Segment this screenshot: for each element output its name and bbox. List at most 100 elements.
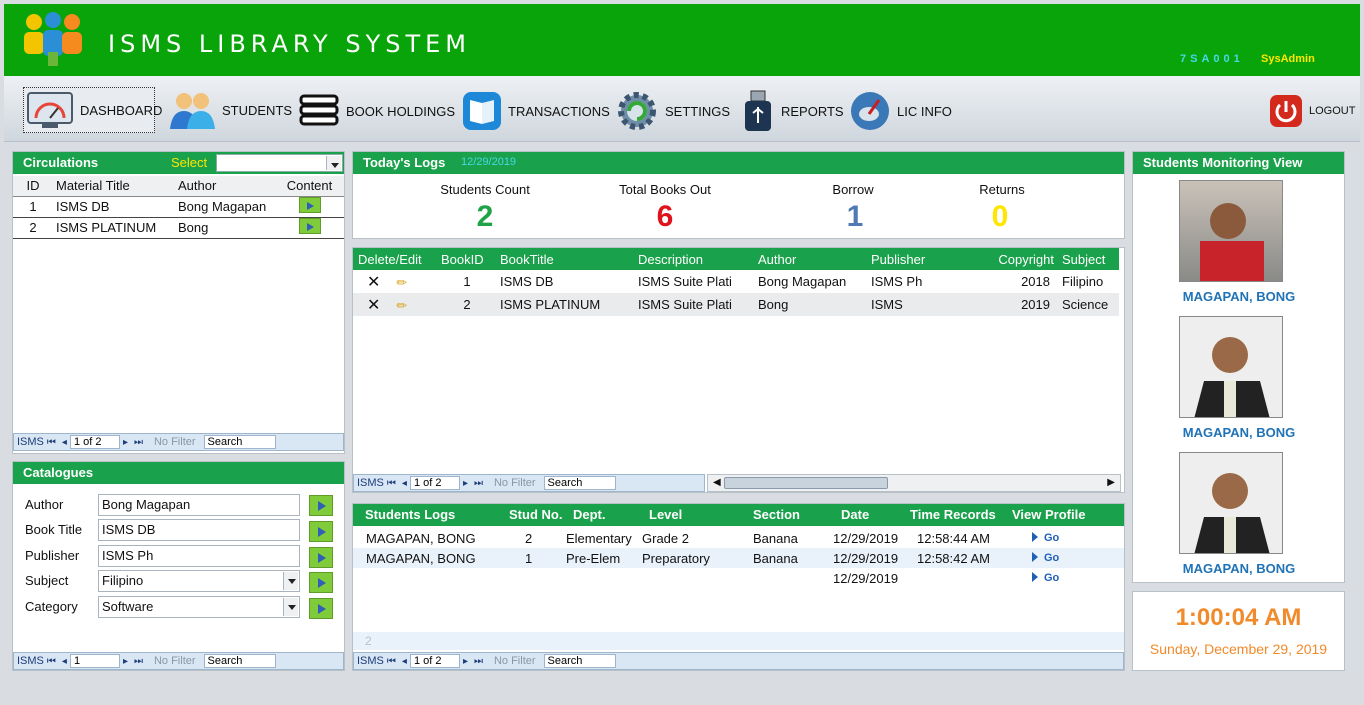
prev-record-icon[interactable]: ◂: [62, 437, 67, 448]
author-go-button[interactable]: [309, 495, 333, 516]
book-description: ISMS Suite Plati: [638, 274, 732, 289]
record-position[interactable]: 1 of 2: [409, 654, 460, 668]
filter-toggle[interactable]: No Filter: [154, 436, 196, 448]
circulations-select[interactable]: [216, 154, 343, 172]
horizontal-scrollbar[interactable]: ◀ ▶: [707, 474, 1121, 492]
prev-record-icon[interactable]: ◂: [62, 656, 67, 667]
book-title-go-button[interactable]: [309, 521, 333, 542]
prev-record-icon[interactable]: ◂: [402, 478, 407, 489]
satellite-icon: [851, 92, 889, 130]
category-go-button[interactable]: [309, 598, 333, 619]
books-out-label: Total Books Out: [619, 182, 711, 197]
next-record-icon[interactable]: ▸: [463, 478, 468, 489]
category-select[interactable]: Software: [98, 596, 300, 618]
log-time: 12:58:44 AM: [917, 531, 990, 546]
last-record-icon[interactable]: ⏭: [134, 656, 143, 667]
delete-icon[interactable]: ✕: [367, 297, 380, 314]
select-label: Select: [171, 155, 208, 170]
book-id: 1: [463, 274, 471, 289]
author-field[interactable]: Bong Magapan: [98, 494, 300, 516]
chevron-down-icon: [283, 598, 298, 616]
nav-reports-button[interactable]: REPORTS: [741, 88, 844, 134]
scroll-left-icon[interactable]: ◀: [713, 477, 721, 488]
last-record-icon[interactable]: ⏭: [474, 656, 483, 667]
filter-toggle[interactable]: No Filter: [154, 655, 196, 667]
nav-transactions-button[interactable]: TRANSACTIONS: [462, 88, 610, 134]
scroll-right-icon[interactable]: ▶: [1107, 477, 1115, 488]
delete-icon[interactable]: ✕: [367, 274, 380, 291]
search-input[interactable]: Search: [543, 476, 616, 490]
borrow-value: 1: [846, 200, 864, 233]
books-out-value: 6: [656, 200, 674, 233]
list-item[interactable]: MAGAPAN, BONG 1 Pre-Elem Preparatory Ban…: [353, 548, 1124, 568]
navigator-label: ISMS: [17, 655, 44, 667]
student-photo[interactable]: [1179, 316, 1283, 418]
books-table: Delete/Edit BookID BookTitle Description…: [353, 248, 1119, 316]
next-record-icon[interactable]: ▸: [123, 437, 128, 448]
student-name[interactable]: MAGAPAN, BONG: [1139, 289, 1339, 304]
clock-date: Sunday, December 29, 2019: [1149, 641, 1328, 657]
logout-button[interactable]: LOGOUT: [1269, 88, 1355, 134]
search-input[interactable]: Search: [543, 654, 616, 668]
gear-icon: [618, 92, 656, 130]
student-name[interactable]: MAGAPAN, BONG: [1139, 561, 1339, 576]
student-name[interactable]: MAGAPAN, BONG: [1139, 425, 1339, 440]
col-copyright: Copyright: [998, 251, 1054, 267]
table-row[interactable]: 1 ISMS DB Bong Magapan: [13, 196, 344, 217]
content-go-button[interactable]: [298, 218, 321, 234]
view-profile-go-link[interactable]: Go: [1032, 572, 1059, 584]
students-logs-footer: 2: [353, 632, 1124, 650]
table-row[interactable]: ✕ ✏ 1 ISMS DB ISMS Suite Plati Bong Magap…: [353, 270, 1119, 293]
filter-toggle[interactable]: No Filter: [494, 655, 536, 667]
view-profile-go-link[interactable]: Go: [1032, 532, 1059, 544]
book-subject: Science: [1062, 297, 1109, 312]
search-input[interactable]: Search: [203, 654, 276, 668]
content-go-button[interactable]: [298, 197, 321, 213]
last-record-icon[interactable]: ⏭: [474, 478, 483, 489]
student-photo[interactable]: [1179, 180, 1283, 282]
todays-logs-title: Today's Logs: [363, 155, 446, 170]
row-title: ISMS DB: [56, 199, 110, 214]
table-row[interactable]: 2 ISMS PLATINUM Bong: [13, 217, 344, 238]
first-record-icon[interactable]: ⏮: [47, 656, 56, 667]
todays-logs-date: 12/29/2019: [461, 156, 517, 168]
search-input[interactable]: Search: [203, 435, 276, 449]
publisher-go-button[interactable]: [309, 547, 333, 568]
log-stud-no: 2: [525, 531, 533, 546]
subject-label: Subject: [25, 573, 69, 588]
students-count-label: Students Count: [440, 182, 530, 197]
subject-select[interactable]: Filipino: [98, 570, 300, 592]
next-record-icon[interactable]: ▸: [123, 656, 128, 667]
nav-dashboard-button[interactable]: DASHBOARD: [23, 87, 162, 133]
log-time: 12:58:42 AM: [917, 551, 990, 566]
next-record-icon[interactable]: ▸: [463, 656, 468, 667]
books-panel: Delete/Edit BookID BookTitle Description…: [352, 247, 1125, 493]
filter-toggle[interactable]: No Filter: [494, 477, 536, 489]
author-label: Author: [25, 497, 64, 512]
returns-label: Returns: [979, 182, 1025, 197]
nav-book-holdings-button[interactable]: BOOK HOLDINGS: [298, 88, 455, 134]
table-row[interactable]: ✕ ✏ 2 ISMS PLATINUM ISMS Suite Plati Bong…: [353, 293, 1119, 316]
first-record-icon[interactable]: ⏮: [387, 656, 396, 667]
scrollbar-thumb[interactable]: [724, 477, 888, 489]
first-record-icon[interactable]: ⏮: [47, 437, 56, 448]
subject-go-button[interactable]: [309, 572, 333, 593]
student-photo[interactable]: [1179, 452, 1283, 554]
record-position[interactable]: 1 of 2: [409, 476, 460, 490]
view-profile-go-link[interactable]: Go: [1032, 552, 1059, 564]
list-item[interactable]: 12/29/2019 Go: [353, 568, 1124, 588]
record-position[interactable]: 1: [69, 654, 120, 668]
prev-record-icon[interactable]: ◂: [402, 656, 407, 667]
edit-pencil-icon[interactable]: ✏: [396, 298, 407, 313]
last-record-icon[interactable]: ⏭: [134, 437, 143, 448]
nav-lic-info-button[interactable]: LIC INFO: [849, 88, 952, 134]
nav-students-button[interactable]: STUDENTS: [168, 87, 292, 133]
nav-settings-button[interactable]: SETTINGS: [615, 88, 730, 134]
edit-pencil-icon[interactable]: ✏: [396, 275, 407, 290]
record-position[interactable]: 1 of 2: [69, 435, 120, 449]
first-record-icon[interactable]: ⏮: [387, 478, 396, 489]
list-item[interactable]: MAGAPAN, BONG 2 Elementary Grade 2 Banan…: [353, 528, 1124, 548]
publisher-field[interactable]: ISMS Ph: [98, 545, 300, 567]
book-author: Bong Magapan: [758, 274, 847, 289]
book-title-field[interactable]: ISMS DB: [98, 519, 300, 541]
